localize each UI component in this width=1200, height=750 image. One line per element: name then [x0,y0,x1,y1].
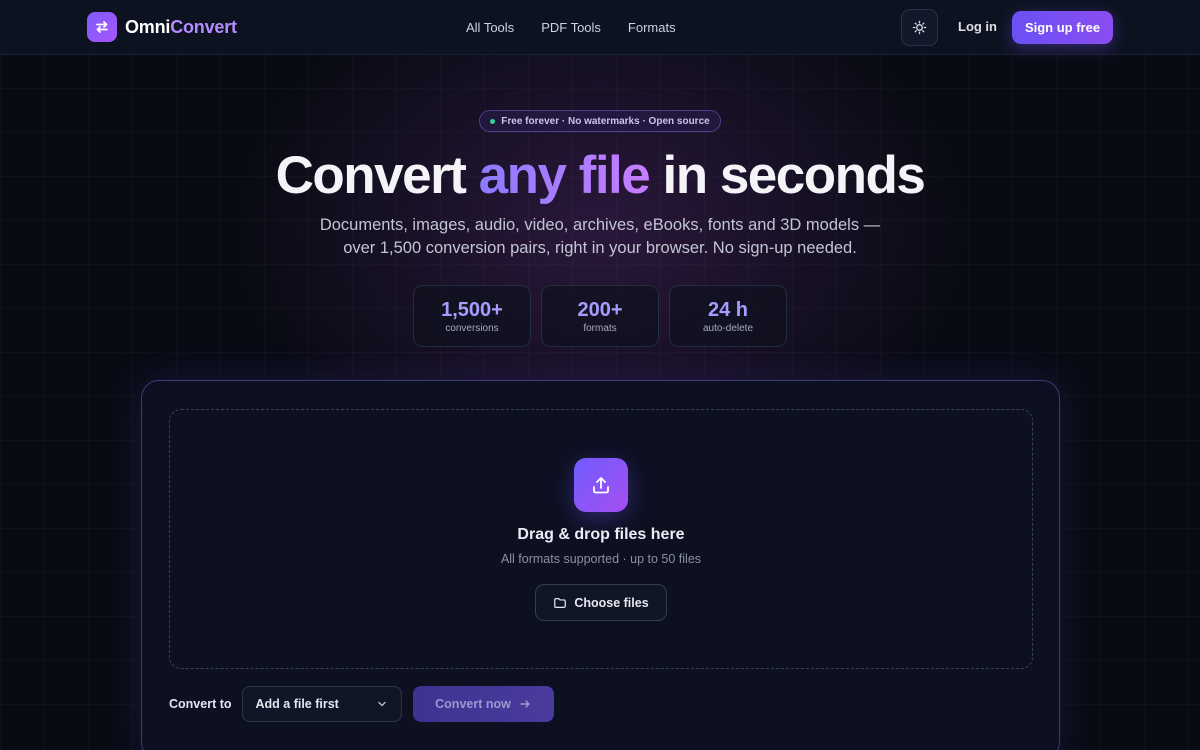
title-accent: any file [478,146,651,205]
title-start: Convert [275,146,479,205]
stats-row: 1,500+ conversions 200+ formats 24 h aut… [413,285,797,347]
stat-label: conversions [445,323,499,334]
nav-link-all-tools[interactable]: All Tools [466,20,514,35]
choose-files-button[interactable]: Choose files [535,584,667,621]
login-link[interactable]: Log in [958,19,997,34]
swap-arrows-icon [87,12,117,42]
stat-card-formats: 200+ formats [541,285,659,347]
status-dot [490,118,496,124]
convert-controls: Convert to Add a file first Convert now [169,686,554,722]
dropzone-subtitle: All formats supported · up to 50 files [500,552,702,566]
target-format-select[interactable]: Add a file first [241,686,402,722]
dropzone-title: Drag & drop files here [517,526,685,543]
stat-value: 24 h [707,299,749,321]
stat-value: 200+ [577,299,623,321]
top-navbar: OmniConvert All Tools PDF Tools Formats … [0,0,1200,55]
nav-link-pdf-tools[interactable]: PDF Tools [541,20,601,35]
stat-label: formats [583,323,617,334]
chevron-down-icon [377,701,386,707]
stat-card-conversions: 1,500+ conversions [413,285,531,347]
main-nav: All Tools PDF Tools Formats [466,0,703,55]
title-end: in seconds [649,146,925,205]
brand-name-part2: Convert [170,16,237,37]
hero-subtitle: Documents, images, audio, video, archive… [0,214,1200,260]
choose-files-label: Choose files [574,595,649,610]
convert-now-label: Convert now [435,697,511,711]
upload-card: Drag & drop files here All formats suppo… [141,380,1060,750]
folder-icon [554,597,567,608]
signup-button[interactable]: Sign up free [1012,11,1113,44]
page-title: Convert any file in seconds [0,145,1200,207]
file-dropzone[interactable]: Drag & drop files here All formats suppo… [169,409,1033,669]
convert-now-button[interactable]: Convert now [412,686,554,722]
arrow-right-icon [520,700,530,708]
stat-card-auto-delete: 24 h auto-delete [669,285,787,347]
sun-icon [912,20,927,35]
hero-subtitle-line2: over 1,500 conversion pairs, right in yo… [343,239,857,257]
target-format-value: Add a file first [255,697,339,711]
theme-toggle-button[interactable] [901,9,938,46]
brand-logo-link[interactable]: OmniConvert [87,12,237,42]
brand-name-part1: Omni [125,16,171,37]
nav-link-formats[interactable]: Formats [628,20,676,35]
stat-value: 1,500+ [441,299,503,321]
hero-badge: Free forever · No watermarks · Open sour… [479,110,721,132]
upload-icon [574,458,628,512]
stat-label: auto-delete [702,323,754,334]
hero-subtitle-line1: Documents, images, audio, video, archive… [319,216,881,234]
hero-badge-text: Free forever · No watermarks · Open sour… [501,115,710,127]
brand-name: OmniConvert [125,17,237,38]
convert-to-label: Convert to [169,697,232,711]
